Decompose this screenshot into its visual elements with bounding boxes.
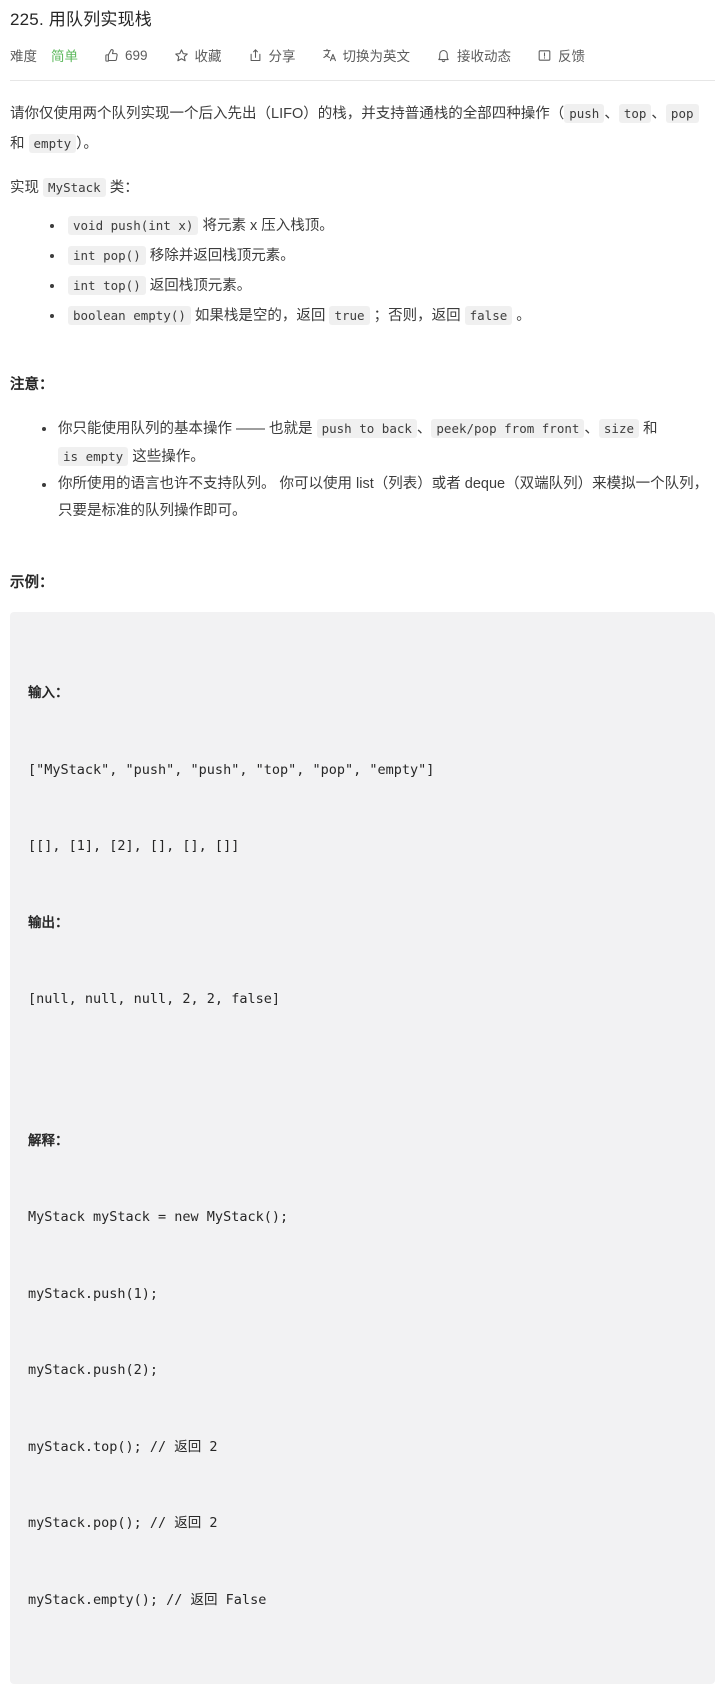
- difficulty-label: 难度: [10, 49, 37, 64]
- list-item: 你所使用的语言也许不支持队列。 你可以使用 list（列表）或者 deque（双…: [42, 471, 715, 525]
- inline-code-push-to-back: push to back: [316, 418, 417, 438]
- header-divider: [10, 80, 715, 81]
- method-3-text-c: 。: [512, 308, 531, 324]
- inline-code-is-empty: is empty: [58, 446, 129, 466]
- like-count: 699: [125, 47, 148, 63]
- description-paragraph-2: 实现 MyStack 类：: [10, 173, 715, 203]
- example-input-line-2: [[], [1], [2], [], [], []]: [28, 838, 240, 854]
- desc-p1-text-a: 请你仅使用两个队列实现一个后入先出（LIFO）的栈，并支持普通栈的全部四种操作（: [10, 106, 565, 122]
- inline-code-boolean-empty: boolean empty(): [68, 306, 191, 325]
- example-explain-label: 解释：: [28, 1132, 69, 1149]
- subscribe-label: 接收动态: [457, 49, 512, 64]
- problem-description: 请你仅使用两个队列实现一个后入先出（LIFO）的栈，并支持普通栈的全部四种操作（…: [10, 99, 715, 1684]
- inline-code-peek-pop-from-front: peek/pop from front: [431, 418, 585, 438]
- example-output-line: [null, null, null, 2, 2, false]: [28, 991, 280, 1007]
- inline-code-int-pop: int pop(): [68, 246, 146, 265]
- example-output-label: 输出：: [28, 914, 69, 931]
- translate-label: 切换为英文: [342, 49, 411, 64]
- translate-button[interactable]: 切换为英文: [322, 45, 411, 65]
- note-list: 你只能使用队列的基本操作 —— 也就是 push to back、 peek/po…: [10, 415, 715, 525]
- feedback-label: 反馈: [558, 49, 586, 64]
- translate-icon: [322, 48, 337, 63]
- example-explain-line-4: myStack.pop(); // 返回 2: [28, 1515, 218, 1531]
- example-explain-line-2: myStack.push(2);: [28, 1362, 159, 1378]
- desc-p1-text-d: 和: [10, 136, 29, 152]
- share-button[interactable]: 分享: [248, 45, 296, 65]
- method-3-text-a: 如果栈是空的，返回: [190, 308, 330, 324]
- example-input-line-1: ["MyStack", "push", "push", "top", "pop"…: [28, 761, 435, 778]
- inline-code-void-push: void push(int x): [68, 216, 199, 235]
- inline-code-top: top: [618, 104, 652, 123]
- code-spacer: [28, 1064, 697, 1078]
- list-item: 你只能使用队列的基本操作 —— 也就是 push to back、 peek/po…: [42, 415, 715, 471]
- method-1-text: 移除并返回栈顶元素。: [145, 248, 295, 264]
- note-1-text-d: 和: [639, 420, 658, 437]
- problem-meta-bar: 难度 简单 699 收藏 分享 切换为英文 接收动态 反馈: [10, 40, 715, 70]
- subscribe-button[interactable]: 接收动态: [436, 45, 511, 65]
- list-item: void push(int x) 将元素 x 压入栈顶。: [50, 211, 715, 241]
- difficulty-group: 难度 简单: [10, 45, 78, 65]
- desc-p1-text-e: ）。: [76, 136, 98, 152]
- description-paragraph-1: 请你仅使用两个队列实现一个后入先出（LIFO）的栈，并支持普通栈的全部四种操作（…: [10, 99, 715, 159]
- share-label: 分享: [268, 49, 296, 64]
- star-icon: [174, 48, 189, 63]
- example-explain-line-1: myStack.push(1);: [28, 1285, 159, 1302]
- feedback-icon: [537, 48, 552, 63]
- example-input-label: 输入：: [28, 685, 69, 701]
- list-item: boolean empty() 如果栈是空的，返回 true ；否则，返回 fa…: [50, 301, 715, 331]
- example-explain-line-0: MyStack myStack = new MyStack();: [28, 1209, 289, 1225]
- bell-icon: [436, 48, 451, 63]
- page-title: 225. 用队列实现栈: [10, 10, 153, 29]
- list-item: int top() 返回栈顶元素。: [50, 271, 715, 301]
- note-1-text-a: 你只能使用队列的基本操作 —— 也就是: [58, 420, 317, 437]
- method-0-text: 将元素 x 压入栈顶。: [198, 218, 334, 234]
- problem-page: 225. 用队列实现栈 难度 简单 699 收藏 分享 切换为英文 接收动态 反…: [0, 8, 725, 1684]
- example-code-block: 输入： ["MyStack", "push", "push", "top", "…: [10, 612, 715, 1684]
- difficulty-value: 简单: [51, 49, 78, 64]
- example-heading: 示例：: [10, 574, 54, 591]
- inline-code-int-top: int top(): [68, 276, 146, 295]
- method-list: void push(int x) 将元素 x 压入栈顶。 int pop() 移…: [10, 211, 715, 331]
- thumbs-up-icon: [104, 48, 119, 63]
- example-explain-line-5: myStack.empty(); // 返回 False: [28, 1591, 267, 1608]
- note-1-text-b: 、: [416, 420, 432, 437]
- desc-p2-text-b: 类：: [105, 180, 139, 196]
- method-2-text: 返回栈顶元素。: [145, 278, 252, 294]
- inline-code-size: size: [598, 418, 640, 438]
- like-button[interactable]: 699: [104, 48, 148, 63]
- desc-p1-text-c: 、: [651, 106, 666, 122]
- favorite-button[interactable]: 收藏: [174, 45, 222, 65]
- method-3-text-b: ；否则，返回: [369, 308, 465, 324]
- inline-code-mystack: MyStack: [43, 178, 106, 197]
- note-heading: 注意：: [10, 377, 54, 393]
- share-icon: [248, 48, 263, 63]
- inline-code-empty: empty: [28, 134, 77, 153]
- inline-code-pop: pop: [665, 104, 699, 123]
- note-1-text-e: 这些操作。: [128, 448, 205, 465]
- desc-p1-text-b: 、: [604, 106, 619, 122]
- inline-code-false: false: [464, 306, 513, 325]
- desc-p2-text-a: 实现: [10, 180, 44, 196]
- list-item: int pop() 移除并返回栈顶元素。: [50, 241, 715, 271]
- note-2-text: 你所使用的语言也许不支持队列。 你可以使用 list（列表）或者 deque（双…: [58, 475, 709, 519]
- feedback-button[interactable]: 反馈: [537, 45, 585, 65]
- inline-code-true: true: [329, 306, 370, 325]
- favorite-label: 收藏: [194, 49, 222, 64]
- example-explain-line-3: myStack.top(); // 返回 2: [28, 1438, 218, 1455]
- note-1-text-c: 、: [584, 420, 599, 437]
- inline-code-push: push: [564, 104, 605, 123]
